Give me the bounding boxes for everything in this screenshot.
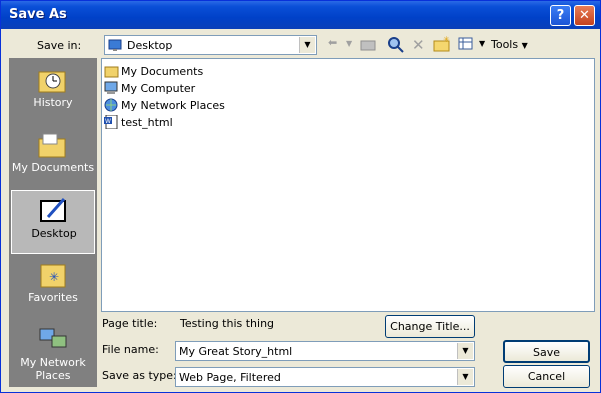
chevron-down-icon[interactable]: ▼: [299, 37, 315, 53]
places-bar: History My Documents Desktop ✳ Favorites…: [9, 58, 97, 387]
close-button[interactable]: ✕: [574, 5, 595, 26]
page-title-label: Page title:: [102, 317, 158, 330]
window-title: Save As: [9, 7, 67, 22]
svg-text:✳: ✳: [49, 270, 59, 284]
favorites-icon: ✳: [40, 264, 66, 288]
place-my-documents[interactable]: My Documents: [11, 125, 95, 189]
delete-icon[interactable]: ✕: [412, 36, 426, 56]
file-name: My Documents: [121, 65, 204, 78]
svg-text:W: W: [105, 118, 111, 125]
word-doc-icon: W: [104, 115, 118, 129]
file-name: test_html: [121, 116, 173, 129]
up-folder-icon[interactable]: [360, 36, 376, 56]
place-label: History: [33, 96, 73, 109]
change-title-button[interactable]: Change Title...: [385, 315, 475, 338]
chevron-down-icon[interactable]: ▼: [457, 343, 473, 359]
save-as-dialog: Save As ? ✕ Save in: Desktop ▼ ⬅ ▼ ✕ ✳ ▼…: [0, 0, 601, 393]
title-bar[interactable]: Save As ? ✕: [1, 1, 600, 29]
network-icon: [104, 98, 118, 112]
desktop-icon: [40, 198, 66, 222]
place-favorites[interactable]: ✳ Favorites: [11, 255, 95, 319]
file-list[interactable]: My Documents My Computer My Network Plac…: [101, 58, 595, 312]
back-dropdown-icon[interactable]: ▼: [346, 36, 354, 56]
place-my-network-places[interactable]: My Network Places: [11, 320, 95, 384]
file-name-value: My Great Story_html: [179, 345, 293, 358]
save-in-label: Save in:: [37, 39, 82, 52]
place-label: My Network Places: [20, 356, 86, 382]
search-web-icon[interactable]: [387, 36, 405, 56]
save-as-type-combo[interactable]: Web Page, Filtered ▼: [175, 367, 475, 387]
place-label: Desktop: [31, 227, 77, 240]
help-button[interactable]: ?: [550, 5, 571, 26]
file-name-label: File name:: [102, 343, 159, 356]
folder-icon: [104, 66, 119, 78]
place-label: Favorites: [28, 291, 78, 304]
computer-icon: [104, 81, 118, 94]
place-history[interactable]: History: [11, 60, 95, 124]
file-name: My Computer: [121, 82, 196, 95]
save-as-type-label: Save as type:: [102, 369, 177, 382]
page-title-value: Testing this thing: [180, 317, 275, 330]
views-dropdown-icon[interactable]: ▼: [479, 36, 487, 56]
my-documents-icon: [38, 133, 66, 158]
save-button[interactable]: Save: [503, 340, 590, 363]
network-places-icon: [39, 328, 67, 348]
back-icon[interactable]: ⬅: [328, 36, 342, 56]
save-in-combo[interactable]: Desktop ▼: [104, 35, 317, 55]
place-desktop[interactable]: Desktop: [11, 190, 95, 254]
file-name: My Network Places: [121, 99, 225, 112]
desktop-small-icon: [108, 39, 122, 51]
tools-label: Tools: [491, 38, 519, 51]
chevron-down-icon[interactable]: ▼: [457, 369, 473, 385]
tools-dropdown-icon: ▼: [521, 41, 528, 50]
svg-text:✳: ✳: [443, 36, 450, 44]
new-folder-icon[interactable]: ✳: [433, 36, 451, 56]
tools-menu[interactable]: Tools ▼: [491, 36, 528, 56]
cancel-button[interactable]: Cancel: [503, 365, 590, 388]
views-icon[interactable]: [458, 36, 474, 56]
save-in-value: Desktop: [127, 39, 173, 52]
file-name-field[interactable]: My Great Story_html ▼: [175, 341, 475, 361]
place-label: My Documents: [11, 161, 95, 174]
history-icon: [38, 71, 66, 93]
save-as-type-value: Web Page, Filtered: [179, 371, 281, 384]
